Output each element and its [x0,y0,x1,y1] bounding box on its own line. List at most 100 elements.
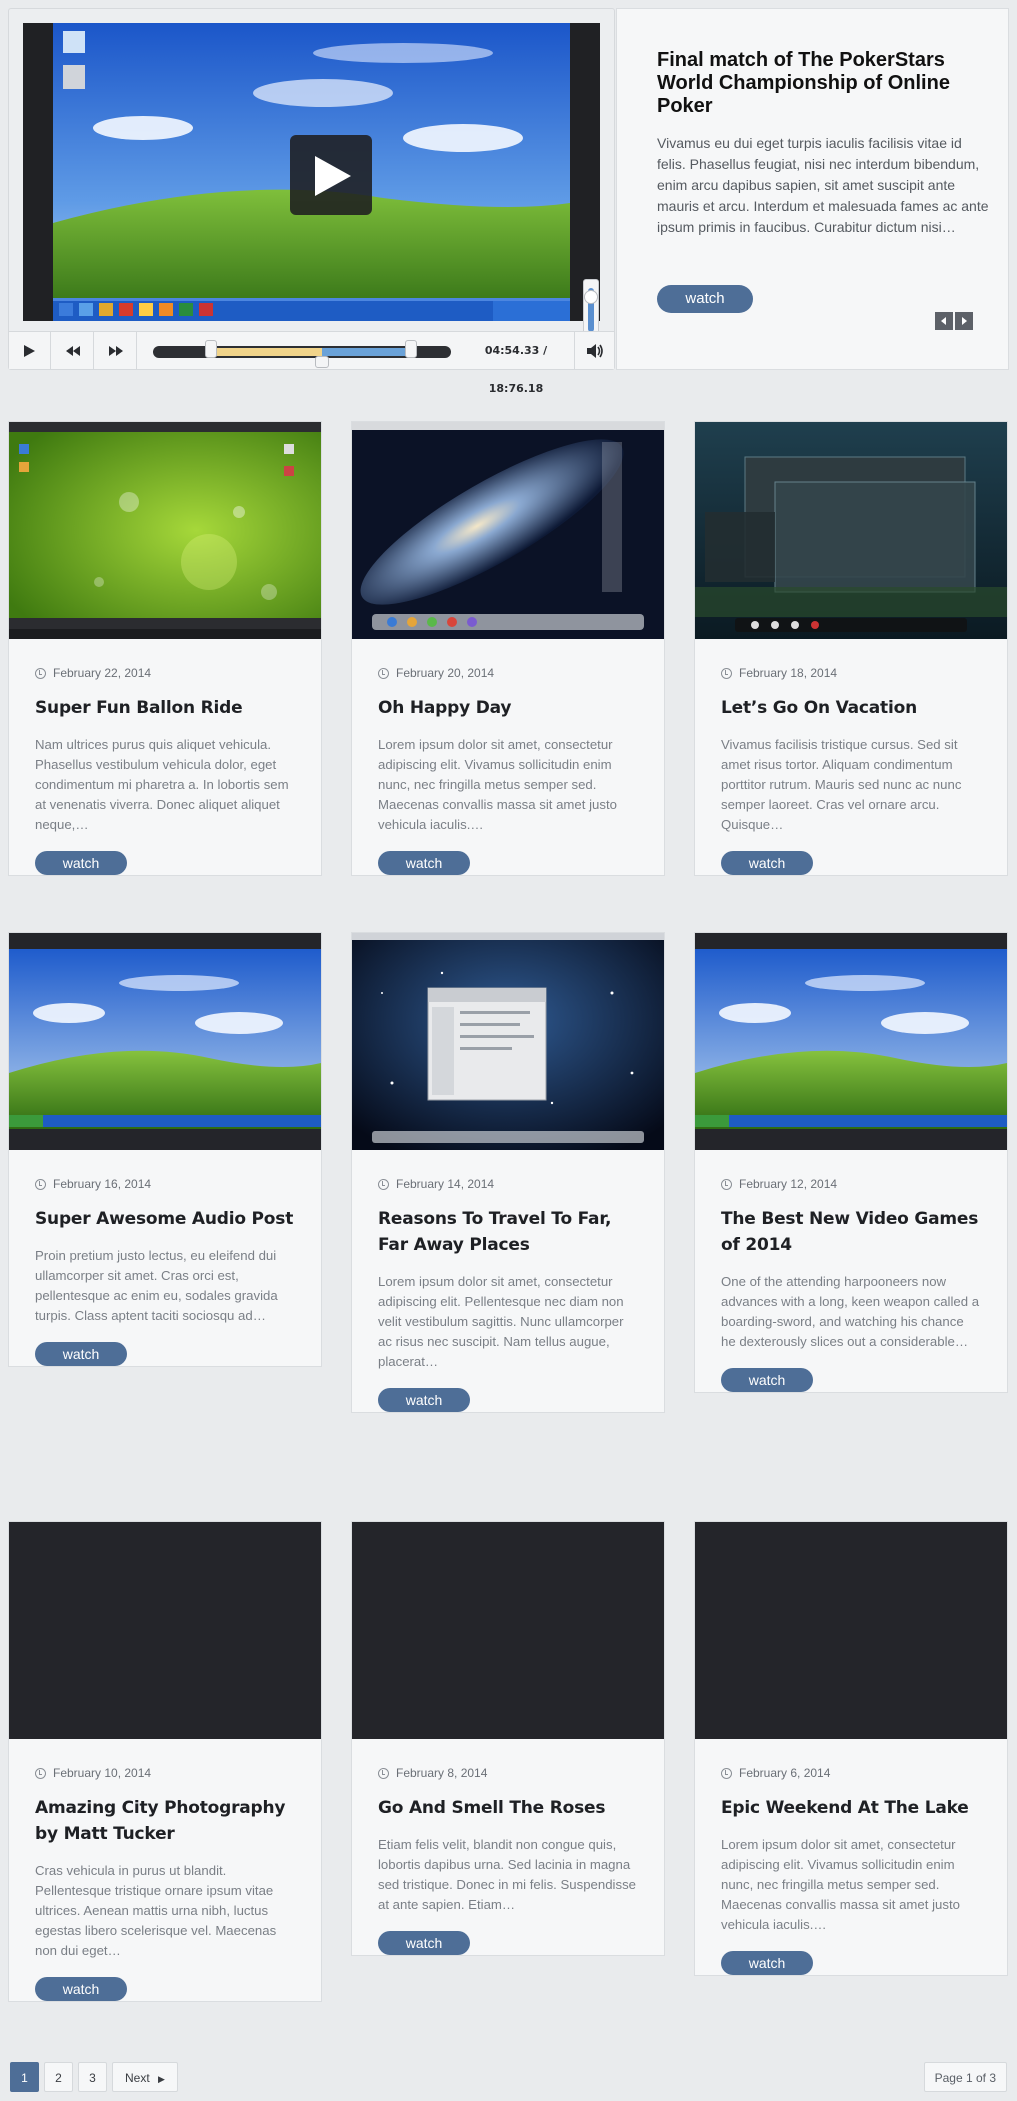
watch-button[interactable]: watch [35,1342,127,1366]
watch-button[interactable]: watch [378,1931,470,1955]
watch-button[interactable]: watch [35,851,127,875]
post-title[interactable]: Reasons To Travel To Far, Far Away Place… [378,1206,638,1258]
slider-prev-button[interactable] [935,312,953,330]
slider-next-button[interactable] [955,312,973,330]
post-title[interactable]: Amazing City Photography by Matt Tucker [35,1795,295,1847]
clock-icon [721,1178,732,1190]
progress-bar[interactable] [153,340,451,368]
post-excerpt: One of the attending harpooneers now adv… [721,1274,980,1349]
post-thumbnail[interactable] [9,933,321,1150]
post-date: February 14, 2014 [378,1176,638,1192]
progress-playhead[interactable] [315,356,329,368]
post-date: February 16, 2014 [35,1176,295,1192]
post-excerpt: Cras vehicula in purus ut blandit. Pelle… [35,1863,277,1958]
rewind-icon [66,346,80,356]
post-thumbnail[interactable] [352,933,664,1150]
page-1-button[interactable]: 1 [10,2062,39,2092]
post-title[interactable]: Epic Weekend At The Lake [721,1795,981,1821]
clock-icon [35,1767,46,1779]
post-card: February 12, 2014 The Best New Video Gam… [694,932,1008,1393]
post-excerpt: Etiam felis velit, blandit non congue qu… [378,1837,637,1912]
volume-button[interactable] [574,332,614,370]
post-title[interactable]: The Best New Video Games of 2014 [721,1206,981,1258]
post-thumbnail[interactable] [695,933,1007,1150]
watch-button[interactable]: watch [721,851,813,875]
post-thumbnail[interactable] [9,422,321,639]
play-button[interactable] [9,332,51,370]
post-date: February 22, 2014 [35,665,295,681]
progress-start-handle[interactable] [205,340,217,358]
post-card: February 18, 2014 Let’s Go On Vacation V… [694,421,1008,876]
featured-title[interactable]: Final match of The PokerStars World Cham… [657,49,997,118]
fast-forward-button[interactable] [95,332,137,370]
post-date-text: February 6, 2014 [739,1766,831,1780]
progress-played [211,348,322,356]
post-excerpt: Nam ultrices purus quis aliquet vehicula… [35,737,289,832]
slider-nav [935,312,973,330]
post-date: February 8, 2014 [378,1765,638,1781]
thumbnail-image [352,933,664,1150]
featured-watch-button[interactable]: watch [657,285,753,313]
next-page-button[interactable]: Next ▶ [112,2062,178,2092]
thumbnail-image [9,422,321,639]
watch-button[interactable]: watch [378,1388,470,1412]
timecode: 04:54.33 / 18:76.18 [484,344,548,395]
featured-excerpt: Vivamus eu dui eget turpis iaculis facil… [657,135,989,235]
watch-button[interactable]: watch [378,851,470,875]
post-date-text: February 20, 2014 [396,666,495,680]
featured-post: 04:54.33 / 18:76.18 Final match of The P… [8,8,1009,395]
progress-buffered [322,348,411,356]
volume-slider[interactable] [583,279,599,337]
play-icon [24,345,35,357]
post-card: February 16, 2014 Super Awesome Audio Po… [8,932,322,1367]
post-date: February 12, 2014 [721,1176,981,1192]
video-screen[interactable] [23,23,600,321]
post-date-text: February 22, 2014 [53,666,152,680]
thumbnail-image [9,933,321,1150]
post-date: February 20, 2014 [378,665,638,681]
post-excerpt: Lorem ipsum dolor sit amet, consectetur … [378,737,617,832]
volume-knob[interactable] [584,290,598,304]
chevron-right-icon [962,317,967,325]
post-excerpt: Vivamus facilisis tristique cursus. Sed … [721,737,962,832]
clock-icon [378,1178,389,1190]
progress-end-handle[interactable] [405,340,417,358]
watch-button[interactable]: watch [35,1977,127,2001]
clock-icon [378,667,389,679]
page-3-button[interactable]: 3 [78,2062,107,2092]
post-date-text: February 12, 2014 [739,1177,838,1191]
post-title[interactable]: Super Awesome Audio Post [35,1206,295,1232]
next-label: Next [125,2071,150,2085]
play-icon [315,156,351,196]
post-card: February 8, 2014 Go And Smell The Roses … [351,1521,665,1956]
player-controls: 04:54.33 / 18:76.18 [9,331,614,395]
watch-button[interactable]: watch [721,1951,813,1975]
clock-icon [35,1178,46,1190]
rewind-button[interactable] [52,332,94,370]
post-excerpt: Proin pretium justo lectus, eu eleifend … [35,1248,278,1323]
play-overlay-button[interactable] [290,135,372,215]
thumbnail-image [695,422,1007,639]
post-thumbnail[interactable] [352,1522,664,1739]
post-title[interactable]: Super Fun Ballon Ride [35,695,295,721]
volume-icon [587,344,603,358]
post-date-text: February 18, 2014 [739,666,838,680]
video-player: 04:54.33 / 18:76.18 [8,8,615,395]
post-card: February 20, 2014 Oh Happy Day Lorem ips… [351,421,665,876]
post-thumbnail[interactable] [352,422,664,639]
post-title[interactable]: Oh Happy Day [378,695,638,721]
post-card: February 22, 2014 Super Fun Ballon Ride … [8,421,322,876]
watch-button[interactable]: watch [721,1368,813,1392]
post-title[interactable]: Let’s Go On Vacation [721,695,981,721]
clock-icon [378,1767,389,1779]
post-date-text: February 10, 2014 [53,1766,152,1780]
clock-icon [721,667,732,679]
post-thumbnail[interactable] [695,422,1007,639]
page-2-button[interactable]: 2 [44,2062,73,2092]
thumbnail-image [695,933,1007,1150]
clock-icon [35,667,46,679]
post-thumbnail[interactable] [9,1522,321,1739]
post-thumbnail[interactable] [695,1522,1007,1739]
post-title[interactable]: Go And Smell The Roses [378,1795,638,1821]
post-card: February 6, 2014 Epic Weekend At The Lak… [694,1521,1008,1976]
